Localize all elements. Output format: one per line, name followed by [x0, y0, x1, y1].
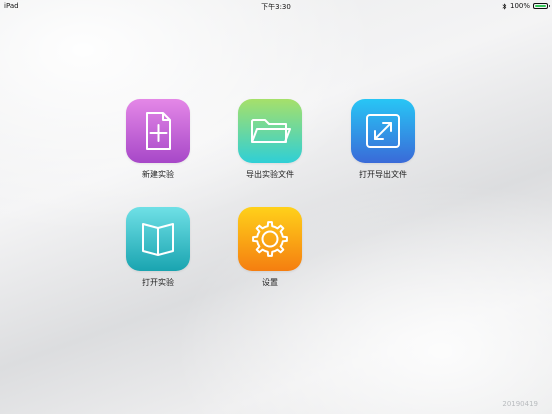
settings-button[interactable]: 设置	[230, 207, 310, 288]
bluetooth-icon	[502, 2, 507, 10]
export-experiment-file-label: 导出实验文件	[246, 170, 294, 179]
battery-level	[535, 5, 546, 7]
settings-label: 设置	[262, 278, 278, 287]
new-document-icon	[146, 112, 171, 150]
gear-icon	[252, 221, 288, 257]
open-experiment-button[interactable]: 打开实验	[118, 207, 198, 288]
battery-percent: 100%	[509, 2, 530, 10]
export-experiment-file-tile[interactable]	[238, 99, 302, 163]
status-indicators: 100%	[502, 2, 550, 10]
open-folder-icon	[251, 119, 291, 143]
open-book-icon	[142, 223, 174, 256]
expand-arrows-icon	[366, 114, 400, 148]
open-exported-file-tile[interactable]	[351, 99, 415, 163]
status-bar: iPad 下午3:30 100%	[0, 0, 552, 12]
export-experiment-file-button[interactable]: 导出实验文件	[230, 99, 310, 180]
new-experiment-button[interactable]: 新建实验	[118, 99, 198, 180]
status-time: 下午3:30	[261, 3, 291, 11]
open-experiment-label: 打开实验	[142, 278, 174, 287]
settings-tile[interactable]	[238, 207, 302, 271]
new-experiment-tile[interactable]	[126, 99, 190, 163]
battery-icon	[533, 3, 550, 9]
open-exported-file-label: 打开导出文件	[359, 170, 407, 179]
open-exported-file-button[interactable]: 打开导出文件	[343, 99, 423, 180]
version-label: 20190419	[502, 400, 538, 408]
new-experiment-label: 新建实验	[142, 170, 174, 179]
open-experiment-tile[interactable]	[126, 207, 190, 271]
